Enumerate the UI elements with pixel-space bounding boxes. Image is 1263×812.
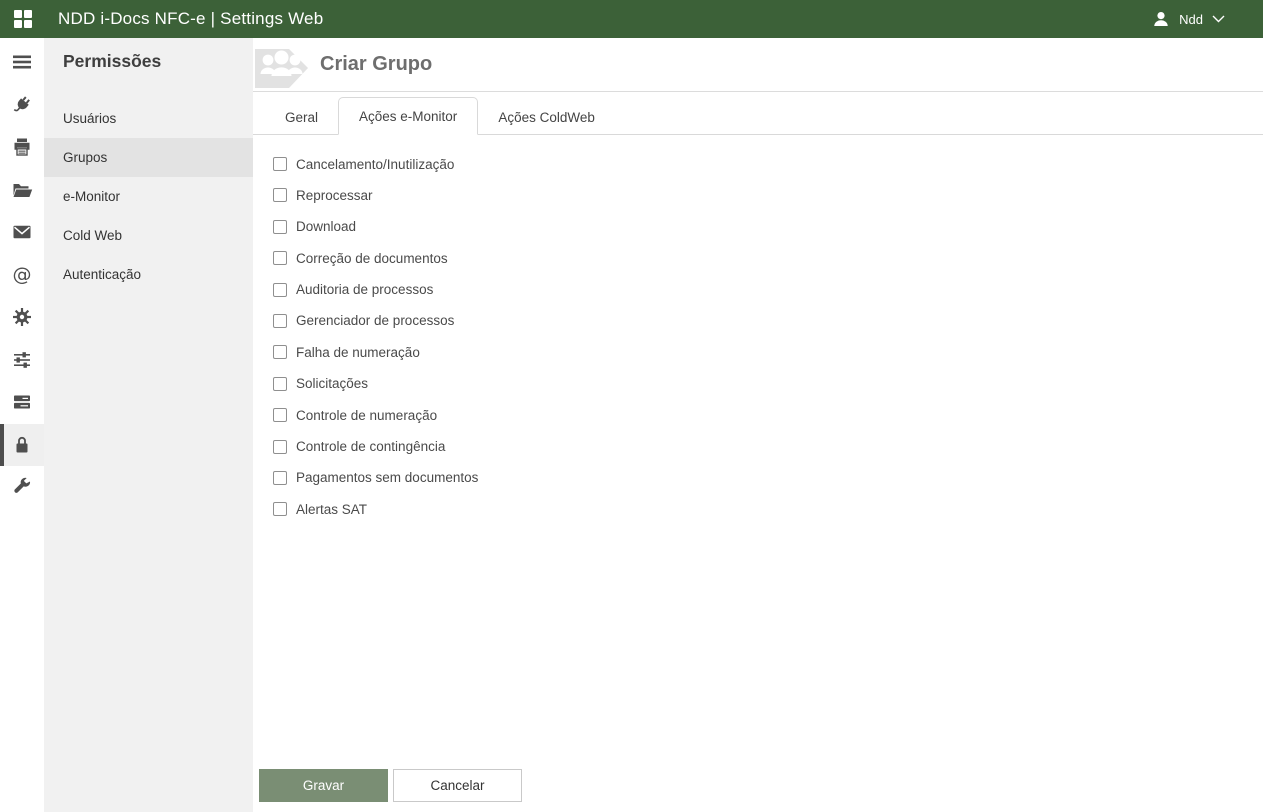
wrench-icon (14, 478, 31, 494)
checkbox-row-pagamentos-sem-documentos[interactable]: Pagamentos sem documentos (273, 470, 1263, 486)
printer-icon (14, 138, 30, 156)
cancel-button[interactable]: Cancelar (393, 769, 522, 802)
checkbox[interactable] (273, 439, 287, 454)
rail-item-printer[interactable] (0, 126, 44, 169)
main-panel: Criar Grupo Geral Ações e-Monitor Ações Co… (253, 38, 1263, 812)
rail-item-plug[interactable] (0, 84, 44, 127)
checkbox-row-controle-de-contingencia[interactable]: Controle de contingência (273, 439, 1263, 455)
tab-acoes-coldweb[interactable]: Ações ColdWeb (478, 101, 615, 134)
envelope-icon (13, 226, 31, 239)
checkbox-label: Gerenciador de processos (296, 313, 455, 329)
checkbox[interactable] (273, 282, 287, 297)
sidebar-item-autenticacao[interactable]: Autenticação (44, 255, 253, 294)
checkbox[interactable] (273, 251, 287, 266)
sidebar-permissions: Permissões Usuários Grupos e-Monitor Cold W… (44, 38, 253, 812)
rail-item-server[interactable] (0, 381, 44, 424)
checkbox-row-controle-de-numeracao[interactable]: Controle de numeração (273, 407, 1263, 423)
checkbox-label: Alertas SAT (296, 501, 368, 517)
checkbox[interactable] (273, 376, 287, 391)
checkbox-row-gerenciador-de-processos[interactable]: Gerenciador de processos (273, 313, 1263, 329)
checkbox-row-download[interactable]: Download (273, 219, 1263, 235)
checkbox[interactable] (273, 313, 287, 328)
checkbox-row-auditoria-de-processos[interactable]: Auditoria de processos (273, 282, 1263, 298)
checkbox-label: Correção de documentos (296, 250, 448, 266)
sidebar-item-e-monitor[interactable]: e-Monitor (44, 177, 253, 216)
sidebar-item-usuarios[interactable]: Usuários (44, 99, 253, 138)
checkbox-row-correcao-de-documentos[interactable]: Correção de documentos (273, 250, 1263, 266)
checkbox-label: Falha de numeração (296, 344, 420, 360)
footer-actions: Gravar Cancelar (259, 769, 522, 802)
lock-icon (16, 436, 28, 453)
checkbox-label: Reprocessar (296, 187, 373, 203)
at-sign-icon: @ (13, 264, 32, 286)
page-title: Criar Grupo (320, 53, 433, 75)
save-button[interactable]: Gravar (259, 769, 388, 802)
rail-item-security[interactable] (0, 423, 44, 466)
checkbox-list: Cancelamento/Inutilização Reprocessar Down… (253, 135, 1263, 517)
sidebar-title: Permissões (63, 51, 162, 71)
person-icon (1154, 12, 1168, 26)
checkbox-label: Solicitações (296, 376, 369, 392)
hamburger-icon (13, 55, 31, 69)
checkbox-label: Controle de contingência (296, 439, 446, 455)
checkbox[interactable] (273, 502, 287, 517)
icon-rail: @ (0, 38, 44, 812)
gear-icon (13, 308, 31, 327)
rail-item-mail[interactable] (0, 211, 44, 254)
checkbox-label: Cancelamento/Inutilização (296, 156, 455, 172)
rail-item-settings[interactable] (0, 296, 44, 339)
tab-bar: Geral Ações e-Monitor Ações ColdWeb (253, 97, 1263, 135)
app-title: NDD i-Docs NFC-e | Settings Web (58, 9, 324, 28)
svg-text:@: @ (13, 264, 32, 286)
sidebar-menu: Usuários Grupos e-Monitor Cold Web Autentica… (44, 99, 253, 294)
checkbox-row-alertas-sat[interactable]: Alertas SAT (273, 501, 1263, 517)
apps-grid-icon (14, 10, 32, 28)
checkbox-row-solicitacoes[interactable]: Solicitações (273, 376, 1263, 392)
checkbox[interactable] (273, 188, 287, 203)
sidebar-item-grupos[interactable]: Grupos (44, 138, 253, 177)
tab-geral[interactable]: Geral (265, 101, 338, 134)
checkbox[interactable] (273, 470, 287, 485)
checkbox[interactable] (273, 157, 287, 171)
topbar: NDD i-Docs NFC-e | Settings Web Ndd (0, 0, 1263, 38)
checkbox-label: Controle de numeração (296, 407, 438, 423)
folder-open-icon (13, 183, 32, 197)
checkbox-row-reprocessar[interactable]: Reprocessar (273, 187, 1263, 203)
checkbox[interactable] (273, 408, 287, 423)
sidebar-item-cold-web[interactable]: Cold Web (44, 216, 253, 255)
user-menu[interactable]: Ndd (1152, 0, 1225, 38)
server-icon (14, 395, 30, 409)
chevron-down-icon (1212, 15, 1225, 23)
rail-item-tools[interactable] (0, 466, 44, 509)
rail-item-sliders[interactable] (0, 339, 44, 382)
checkbox[interactable] (273, 345, 287, 360)
page-header: Criar Grupo (253, 38, 1263, 92)
checkbox-label: Download (296, 219, 357, 235)
rail-item-folder[interactable] (0, 169, 44, 212)
checkbox[interactable] (273, 219, 287, 234)
checkbox-label: Pagamentos sem documentos (296, 470, 479, 486)
sliders-icon (14, 351, 30, 368)
rail-item-menu[interactable] (0, 41, 44, 84)
group-people-icon (255, 48, 308, 88)
checkbox-row-cancelamento-inutilizacao[interactable]: Cancelamento/Inutilização (273, 156, 1263, 172)
plug-icon (13, 96, 30, 112)
tab-acoes-e-monitor[interactable]: Ações e-Monitor (338, 97, 479, 135)
checkbox-row-falha-de-numeracao[interactable]: Falha de numeração (273, 344, 1263, 360)
rail-item-at[interactable]: @ (0, 254, 44, 297)
user-name: Ndd (1179, 11, 1203, 27)
checkbox-label: Auditoria de processos (296, 282, 434, 298)
